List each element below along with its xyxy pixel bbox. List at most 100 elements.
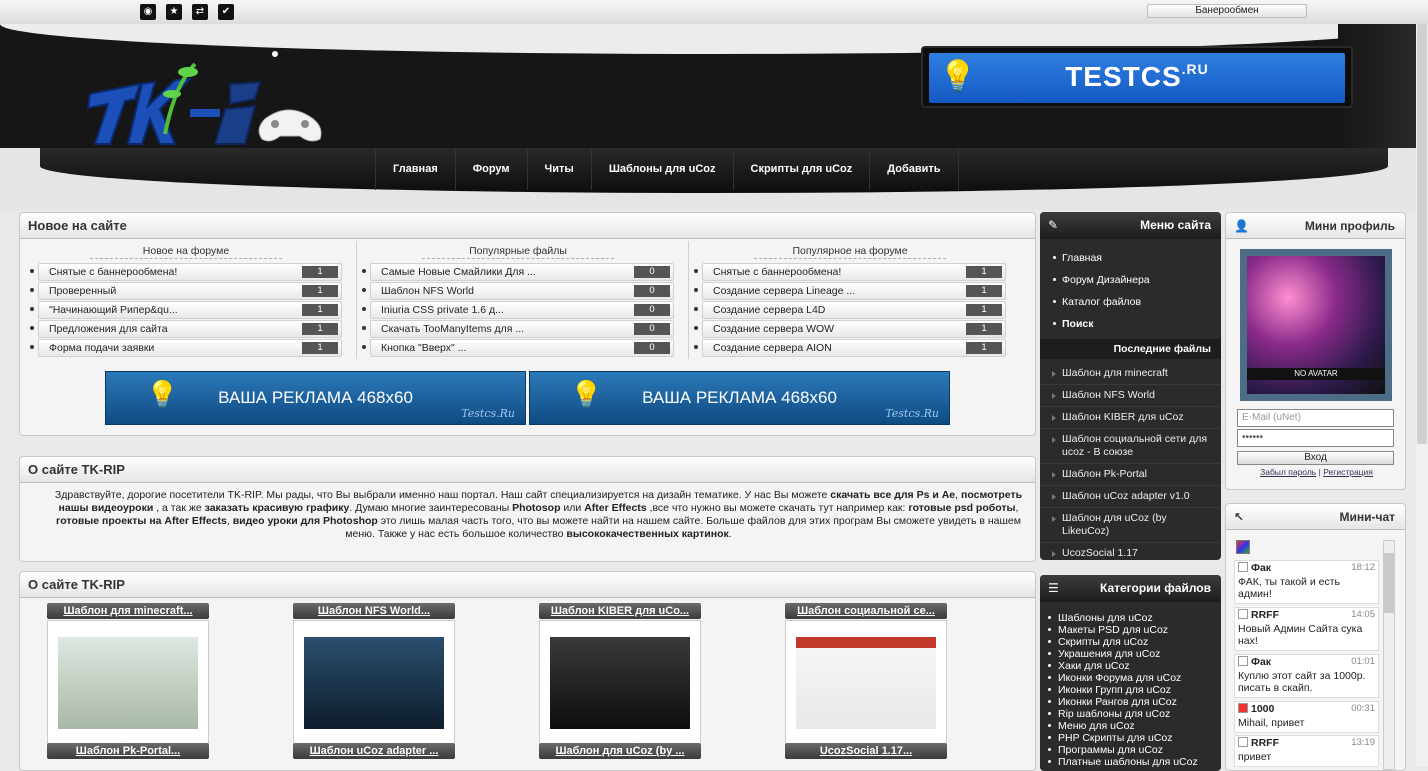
- login-button[interactable]: Вход: [1237, 451, 1394, 465]
- ad-tld: .RU: [1181, 61, 1209, 77]
- category-item[interactable]: Иконки Групп для uCoz: [1040, 684, 1221, 696]
- last-file-item[interactable]: Шаблон социальной сети для ucoz - В союз…: [1040, 429, 1221, 464]
- list-icon: ☰: [1048, 581, 1059, 595]
- popular-forum-column: Популярное на форуме Снятые с баннерообм…: [684, 243, 1016, 358]
- list-item[interactable]: Снятые с баннерообмена! 1: [30, 263, 342, 281]
- category-item[interactable]: Меню для uCoz: [1040, 720, 1221, 732]
- ad-banner-right[interactable]: 💡 ВАША РЕКЛАМА 468x60 Testcs.Ru: [529, 371, 950, 425]
- register-link[interactable]: Регистрация: [1323, 467, 1373, 477]
- list-item[interactable]: Скачать TooManyItems для ... 0: [362, 320, 674, 338]
- gallery-tile[interactable]: Шаблон NFS World...: [293, 603, 455, 746]
- gallery-tile[interactable]: Шаблон для minecraft...: [47, 603, 209, 746]
- category-item[interactable]: Хаки для uCoz: [1040, 660, 1221, 672]
- check-icon[interactable]: ✔: [218, 4, 234, 20]
- password-field[interactable]: ••••••: [1237, 429, 1394, 447]
- ad-brand: TESTCS: [1065, 61, 1182, 92]
- category-item[interactable]: Иконки Рангов для uCoz: [1040, 696, 1221, 708]
- gallery-panel: О сайте TK-RIP Шаблон для minecraft... Ш…: [19, 571, 1036, 771]
- list-item[interactable]: Создание сервера Lineage ... 1: [694, 282, 1006, 300]
- column-head: Новое на форуме: [90, 243, 282, 259]
- gallery-tile[interactable]: UcozSocial 1.17...: [785, 743, 947, 759]
- nav-forum[interactable]: Форум: [456, 148, 528, 190]
- list-item[interactable]: "Начинающий Рипер&qu... 1: [30, 301, 342, 319]
- mini-chat-panel: ↖ Мини-чат Фак 18:12 ФАК, ты такой и есть а…: [1225, 503, 1406, 771]
- list-item[interactable]: Снятые с баннерообмена! 1: [694, 263, 1006, 281]
- categories-title: ☰ Категории файлов: [1040, 575, 1221, 602]
- list-item[interactable]: Предложения для сайта 1: [30, 320, 342, 338]
- gallery-tile[interactable]: Шаблон uCoz adapter ...: [293, 743, 455, 759]
- chat-icon: [1236, 540, 1250, 554]
- user-icon: 👤: [1234, 219, 1249, 233]
- chat-scrollbar[interactable]: [1383, 540, 1395, 770]
- gallery-tile[interactable]: Шаблон Pk-Portal...: [47, 743, 209, 759]
- main-nav: Главная Форум Читы Шаблоны для uCoz Скри…: [375, 148, 959, 190]
- list-item[interactable]: Форма подачи заявки 1: [30, 339, 342, 357]
- last-files-title: Последние файлы: [1040, 339, 1221, 359]
- nav-ucoz-scripts[interactable]: Скрипты для uCoz: [734, 148, 871, 190]
- site-menu-panel: ✎ Меню сайта Главная Форум Дизайнера Ката…: [1040, 212, 1221, 560]
- list-item[interactable]: Самые Новые Смайлики Для ... 0: [362, 263, 674, 281]
- site-menu-title: ✎ Меню сайта: [1040, 212, 1221, 239]
- top-bar: ◉ ★ ⇄ ✔ Банерообмен: [0, 0, 1428, 24]
- last-file-item[interactable]: UcozSocial 1.17: [1040, 543, 1221, 564]
- user-flag-icon: [1238, 609, 1248, 619]
- category-item[interactable]: Программы для uCoz: [1040, 744, 1221, 756]
- category-item[interactable]: PHP Скрипты для uCoz: [1040, 732, 1221, 744]
- menu-item-home[interactable]: Главная: [1040, 247, 1221, 269]
- ad-banner-left[interactable]: 💡 ВАША РЕКЛАМА 468x60 Testcs.Ru: [105, 371, 526, 425]
- email-field[interactable]: E-Mail (uNet): [1237, 409, 1394, 427]
- last-file-item[interactable]: Шаблон Pk-Portal: [1040, 464, 1221, 486]
- list-item[interactable]: Создание сервера L4D 1: [694, 301, 1006, 319]
- last-file-item[interactable]: Шаблон uCoz adapter v1.0: [1040, 486, 1221, 508]
- category-item[interactable]: Макеты PSD для uCoz: [1040, 624, 1221, 636]
- category-item[interactable]: Платные шаблоны для uCoz: [1040, 756, 1221, 768]
- menu-item-catalog[interactable]: Каталог файлов: [1040, 291, 1221, 313]
- list-item[interactable]: Создание сервера AION 1: [694, 339, 1006, 357]
- about-title: О сайте TK-RIP: [20, 457, 1035, 483]
- gallery-tile[interactable]: Шаблон социальной се...: [785, 603, 947, 746]
- mini-profile-panel: 👤 Мини профиль NO AVATAR E-Mail (uNet) ••…: [1225, 212, 1406, 490]
- category-item[interactable]: Украшения для uCoz: [1040, 648, 1221, 660]
- site-logo[interactable]: [80, 44, 330, 154]
- nav-ucoz-templates[interactable]: Шаблоны для uCoz: [592, 148, 734, 190]
- rss-icon[interactable]: ◉: [140, 4, 156, 20]
- chat-message: Фак 01:01 Куплю этот сайт за 1000р. писать…: [1234, 654, 1379, 698]
- nav-home[interactable]: Главная: [375, 148, 456, 190]
- category-item[interactable]: Rip шаблоны для uCoz: [1040, 708, 1221, 720]
- nav-cheats[interactable]: Читы: [528, 148, 592, 190]
- banner-exchange-button[interactable]: Банерообмен: [1147, 4, 1307, 18]
- list-item[interactable]: Шаблон NFS World 0: [362, 282, 674, 300]
- new-on-site-panel: Новое на сайте Новое на форуме Снятые с …: [19, 212, 1036, 436]
- last-file-item[interactable]: Шаблон KIBER для uCoz: [1040, 407, 1221, 429]
- column-head: Популярное на форуме: [754, 243, 946, 259]
- popular-files-column: Популярные файлы Самые Новые Смайлики Дл…: [352, 243, 684, 358]
- top-icons: ◉ ★ ⇄ ✔: [140, 4, 234, 20]
- list-item[interactable]: Кнопка "Вверх" ... 0: [362, 339, 674, 357]
- header-ad-banner[interactable]: 💡 TESTCS.RU: [921, 46, 1353, 108]
- column-head: Популярные файлы: [422, 243, 614, 259]
- forgot-password-link[interactable]: Забыл пароль: [1260, 467, 1316, 477]
- user-flag-icon: [1238, 737, 1248, 747]
- category-item[interactable]: Шаблоны для uCoz: [1040, 612, 1221, 624]
- star-icon[interactable]: ★: [166, 4, 182, 20]
- menu-item-forum[interactable]: Форум Дизайнера: [1040, 269, 1221, 291]
- new-on-site-title: Новое на сайте: [20, 213, 1035, 239]
- share-icon[interactable]: ⇄: [192, 4, 208, 20]
- category-item[interactable]: Иконки Форума для uCoz: [1040, 672, 1221, 684]
- last-file-item[interactable]: Шаблон NFS World: [1040, 385, 1221, 407]
- gallery-tile[interactable]: Шаблон KIBER для uCo...: [539, 603, 701, 746]
- gallery-tile[interactable]: Шаблон для uCoz (by ...: [539, 743, 701, 759]
- about-panel: О сайте TK-RIP Здравствуйте, дорогие пос…: [19, 456, 1036, 562]
- page-scrollbar[interactable]: [1416, 24, 1428, 767]
- wand-icon: ✎: [1048, 218, 1059, 232]
- list-item[interactable]: Создание сервера WOW 1: [694, 320, 1006, 338]
- last-file-item[interactable]: Шаблон для minecraft: [1040, 363, 1221, 385]
- category-item[interactable]: Скрипты для uCoz: [1040, 636, 1221, 648]
- chat-message: RRFF 13:19 привет: [1234, 735, 1379, 767]
- last-file-item[interactable]: Шаблон для uCoz (by LikeuCoz): [1040, 508, 1221, 543]
- about-text: Здравствуйте, дорогие посетители TK-RIP.…: [54, 489, 1023, 540]
- nav-add[interactable]: Добавить: [870, 148, 959, 190]
- list-item[interactable]: Iniuria CSS private 1.6 д... 0: [362, 301, 674, 319]
- menu-item-search[interactable]: Поиск: [1040, 313, 1221, 335]
- list-item[interactable]: Проверенный 1: [30, 282, 342, 300]
